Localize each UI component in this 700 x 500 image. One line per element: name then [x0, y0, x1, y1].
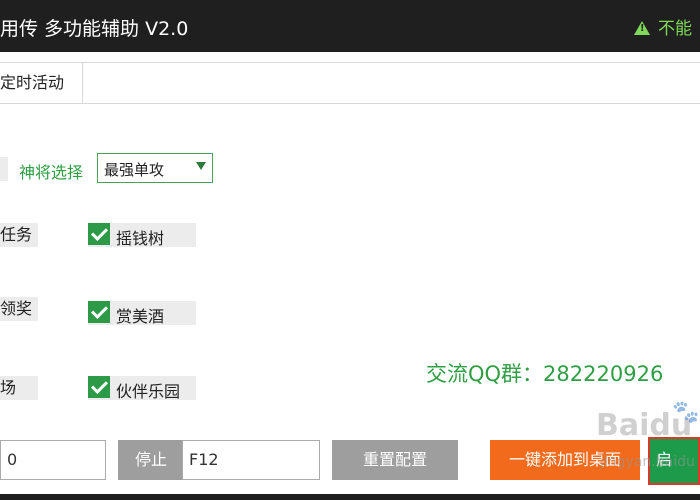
checkbox-reward-wine[interactable]: 赏美酒 — [88, 301, 196, 326]
partial-checkbox-label: 任务 — [0, 225, 33, 244]
checkbox-label: 伙伴乐园 — [116, 382, 181, 401]
tab-bar: 定时活动 — [0, 62, 700, 104]
warning-icon — [634, 21, 650, 35]
baidu-watermark-url: jingyan.baidu — [600, 454, 695, 470]
warning-status: 不能 — [634, 14, 692, 39]
paw-logo-icon: 🐾 — [672, 400, 700, 425]
stop-button[interactable]: 停止 — [118, 440, 184, 480]
partial-checkbox-field[interactable]: 场 — [0, 376, 38, 400]
window-bottom-border — [0, 494, 700, 500]
partial-left-control[interactable] — [0, 157, 8, 181]
title-bar: 用传 多功能辅助 V2.0 不能 — [0, 0, 700, 52]
checkbox-partner-park[interactable]: 伙伴乐园 — [88, 376, 196, 401]
checkbox-label: 摇钱树 — [116, 229, 165, 248]
checkbox-money-tree[interactable]: 摇钱树 — [88, 223, 196, 248]
window-title: 用传 多功能辅助 V2.0 — [0, 18, 189, 40]
tab-scheduled-activities[interactable]: 定时活动 — [0, 63, 83, 103]
partial-checkbox-task[interactable]: 任务 — [0, 223, 38, 247]
partial-checkbox-reward[interactable]: 领奖 — [0, 297, 38, 321]
partial-checkbox-label: 领奖 — [0, 299, 33, 318]
checkbox-checked-icon — [88, 223, 110, 245]
start-hotkey-input[interactable]: 0 — [0, 440, 106, 480]
partial-checkbox-label: 场 — [0, 378, 17, 397]
checkbox-label: 赏美酒 — [116, 307, 165, 326]
hero-select-label: 神将选择 — [19, 163, 84, 182]
status-text: 不能 — [658, 19, 692, 39]
chevron-down-icon — [196, 162, 206, 170]
qq-group-info: 交流QQ群：282220926 — [426, 362, 664, 386]
checkbox-checked-icon — [88, 376, 110, 398]
hero-select-value: 最强单攻 — [104, 161, 165, 179]
checkbox-checked-icon — [88, 301, 110, 323]
reset-config-button[interactable]: 重置配置 — [332, 440, 458, 480]
stop-hotkey-input[interactable]: F12 — [182, 440, 320, 480]
hero-select-dropdown[interactable]: 最强单攻 — [97, 153, 213, 183]
